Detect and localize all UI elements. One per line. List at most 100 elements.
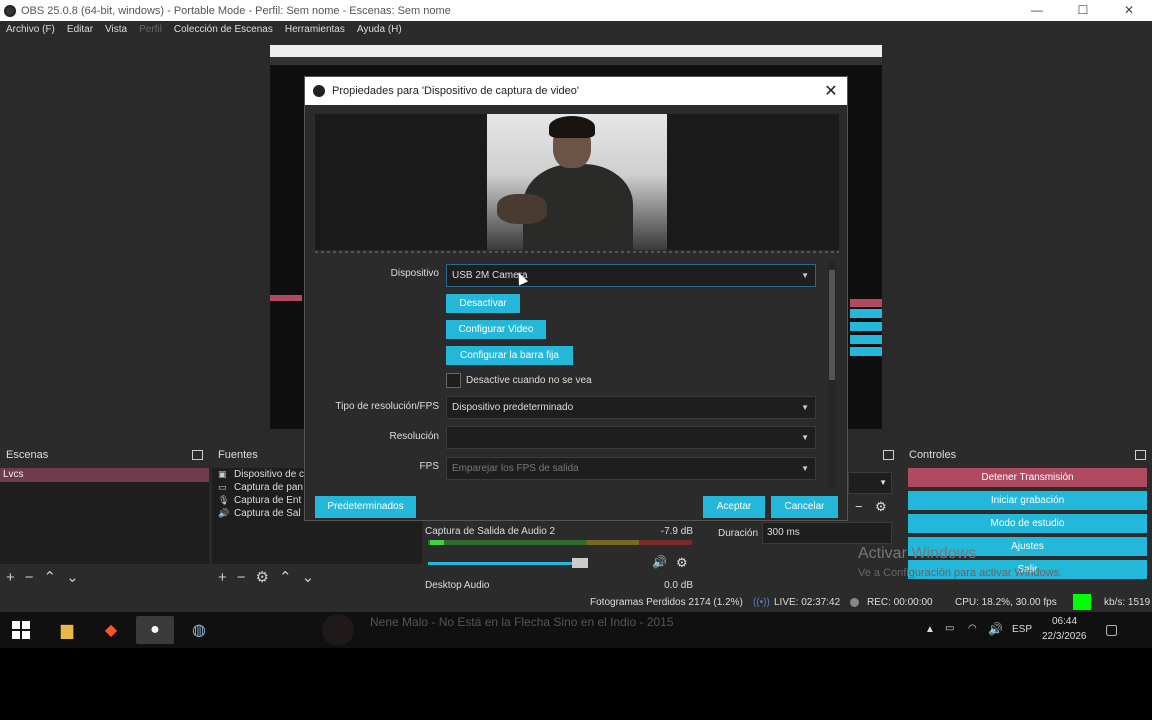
- menu-help[interactable]: Ayuda (H): [351, 24, 408, 35]
- resolution-label: Resolución: [389, 431, 439, 442]
- clock-time[interactable]: 06:44: [1052, 616, 1077, 627]
- menu-bar: Archivo (F) Editar Vista Perfil Colecció…: [0, 21, 1152, 38]
- close-button[interactable]: ✕: [1106, 0, 1152, 21]
- source-properties-button[interactable]: ⚙: [256, 568, 269, 586]
- clock-date[interactable]: 22/3/2026: [1042, 631, 1087, 642]
- preview-mini-control: [850, 335, 882, 344]
- resolution-select[interactable]: ▼: [446, 426, 816, 449]
- defaults-button[interactable]: Predeterminados: [315, 496, 416, 518]
- now-playing-text: Nene Malo - No Está en la Flecha Sino en…: [370, 615, 674, 629]
- menu-scene-collection[interactable]: Colección de Escenas: [168, 24, 279, 35]
- scrollbar-thumb[interactable]: [829, 270, 835, 380]
- duration-input[interactable]: 300 ms: [762, 522, 892, 544]
- deactivate-button[interactable]: Desactivar: [446, 294, 520, 313]
- undock-icon[interactable]: [883, 450, 894, 460]
- resolution-type-label: Tipo de resolución/FPS: [335, 401, 439, 412]
- notifications-icon[interactable]: ▢: [1105, 621, 1118, 638]
- resize-handle[interactable]: [315, 251, 839, 253]
- preview-mini-control: [850, 347, 882, 356]
- undock-icon[interactable]: [192, 450, 203, 460]
- resolution-type-select[interactable]: Dispositivo predeterminado ▼: [446, 396, 816, 419]
- dropped-frames: Fotogramas Perdidos 2174 (1.2%): [590, 597, 743, 608]
- mixer-track-name: Desktop Audio: [425, 580, 490, 591]
- webcam-feed: [487, 114, 667, 250]
- undock-icon[interactable]: [1135, 450, 1146, 460]
- rec-dot-icon: [850, 598, 859, 607]
- add-scene-button[interactable]: +: [6, 569, 15, 586]
- move-up-button[interactable]: ⌃: [44, 568, 57, 586]
- wifi-icon[interactable]: ◠: [968, 623, 977, 634]
- controls-header: Controles: [903, 442, 1152, 468]
- app-taskbar-icon[interactable]: ◍: [180, 616, 218, 644]
- language-indicator[interactable]: ESP: [1012, 624, 1032, 635]
- fps-value: Emparejar los FPS de salida: [452, 463, 579, 474]
- battery-icon[interactable]: ▭: [945, 623, 954, 634]
- configure-video-button[interactable]: Configurar Video: [446, 320, 546, 339]
- connection-status-indicator: [1073, 594, 1091, 610]
- webcam-person-hair: [549, 116, 595, 138]
- remove-scene-button[interactable]: −: [25, 569, 34, 586]
- menu-profile[interactable]: Perfil: [133, 24, 168, 35]
- mixer-gear-icon[interactable]: ⚙: [676, 555, 688, 571]
- volume-slider-handle[interactable]: [572, 558, 588, 568]
- volume-meter-level: [430, 540, 444, 545]
- volume-icon[interactable]: 🔊: [988, 622, 1003, 636]
- add-source-button[interactable]: +: [218, 569, 227, 586]
- studio-mode-button[interactable]: Modo de estudio: [908, 514, 1147, 533]
- preview-mini-scene: [270, 295, 302, 301]
- menu-file[interactable]: Archivo (F): [0, 24, 61, 35]
- mixer-track-db: -7.9 dB: [660, 526, 693, 537]
- scene-item[interactable]: Lvcs: [0, 468, 209, 482]
- mixer-track: Captura de Salida de Audio 2 -7.9 dB: [425, 526, 693, 537]
- transition-select[interactable]: ▼: [848, 472, 892, 494]
- move-up-button[interactable]: ⌃: [279, 568, 292, 586]
- status-bar: Fotogramas Perdidos 2174 (1.2%) ((•)) LI…: [0, 592, 1152, 612]
- file-explorer-icon[interactable]: ▆: [48, 616, 86, 644]
- cancel-button[interactable]: Cancelar: [771, 496, 838, 518]
- fps-select[interactable]: Emparejar los FPS de salida ▼: [446, 457, 816, 480]
- resolution-type-value: Dispositivo predeterminado: [452, 402, 574, 413]
- configure-crossbar-button[interactable]: Configurar la barra fija: [446, 346, 573, 365]
- deactivate-when-hidden-checkbox[interactable]: [446, 373, 461, 388]
- mute-speaker-icon[interactable]: 🔊: [652, 555, 667, 569]
- source-label: Captura de Sal: [234, 508, 301, 519]
- remove-transition-button[interactable]: −: [855, 499, 863, 514]
- deactivate-when-hidden-label: Desactive cuando no se vea: [466, 375, 592, 386]
- window-title: OBS 25.0.8 (64-bit, windows) - Portable …: [21, 4, 451, 17]
- preview-mini-menubar: [270, 57, 882, 65]
- mixer-track-db: 0.0 dB: [664, 580, 693, 591]
- window-titlebar: OBS 25.0.8 (64-bit, windows) - Portable …: [0, 0, 1152, 21]
- maximize-button[interactable]: ☐: [1060, 0, 1106, 21]
- minimize-button[interactable]: —: [1014, 0, 1060, 21]
- device-label: Dispositivo: [390, 268, 439, 279]
- move-down-button[interactable]: ⌄: [66, 568, 79, 586]
- menu-tools[interactable]: Herramientas: [279, 24, 351, 35]
- cpu-usage: CPU: 18.2%, 30.00 fps: [955, 597, 1057, 608]
- dialog-close-button[interactable]: ✕: [821, 81, 841, 101]
- brave-browser-icon[interactable]: ◆: [92, 616, 130, 644]
- tray-chevron-icon[interactable]: ▲: [925, 624, 935, 635]
- menu-edit[interactable]: Editar: [61, 24, 99, 35]
- mixer-track: Desktop Audio 0.0 dB: [425, 580, 693, 591]
- mixer-track-name: Captura de Salida de Audio 2: [425, 526, 556, 537]
- menu-view[interactable]: Vista: [99, 24, 133, 35]
- ok-button[interactable]: Aceptar: [703, 496, 765, 518]
- device-select[interactable]: USB 2M Camera ▼: [446, 264, 816, 287]
- move-down-button[interactable]: ⌄: [302, 568, 315, 586]
- properties-scrollbar[interactable]: [828, 260, 836, 488]
- transition-gear-icon[interactable]: ⚙: [875, 499, 887, 515]
- controls-title: Controles: [909, 449, 957, 461]
- start-recording-button[interactable]: Iniciar grabación: [908, 491, 1147, 510]
- sources-title: Fuentes: [218, 449, 258, 461]
- fps-label: FPS: [419, 461, 439, 472]
- windows-start-icon[interactable]: [12, 621, 30, 639]
- sources-toolbar: + − ⚙ ⌃ ⌄: [212, 565, 422, 589]
- volume-slider[interactable]: [428, 562, 588, 565]
- obs-taskbar-icon[interactable]: ●: [136, 616, 174, 644]
- chevron-down-icon: ▼: [879, 478, 887, 487]
- remove-source-button[interactable]: −: [237, 569, 246, 586]
- stop-streaming-button[interactable]: Detener Transmisión: [908, 468, 1147, 487]
- duration-label: Duración: [718, 528, 759, 539]
- scenes-list[interactable]: Lvcs: [0, 468, 209, 564]
- source-label: Captura de Ent: [234, 495, 302, 506]
